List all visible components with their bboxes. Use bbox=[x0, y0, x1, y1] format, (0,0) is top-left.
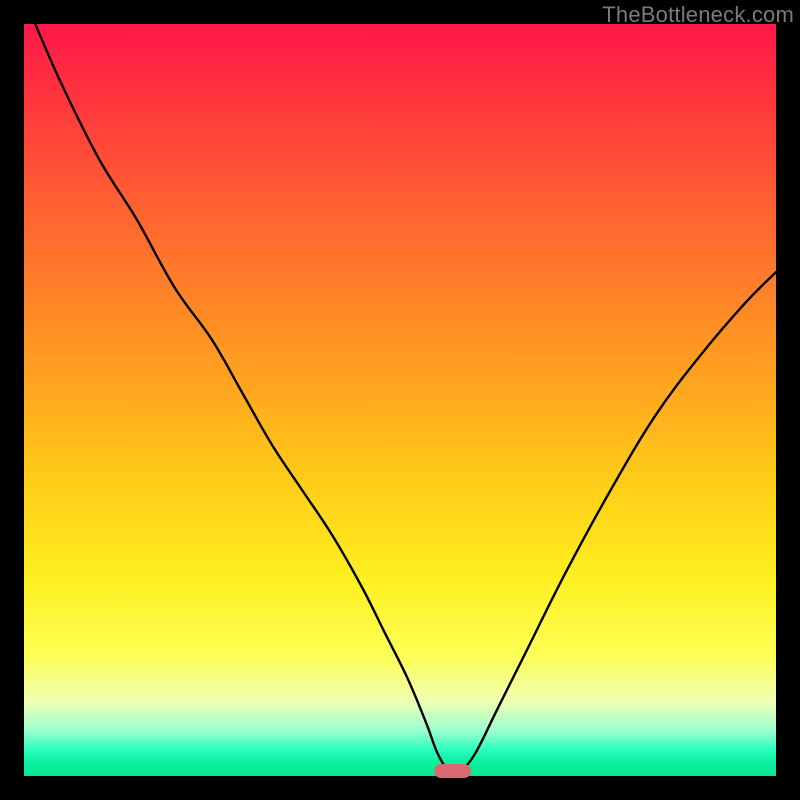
optimal-point-marker bbox=[434, 764, 472, 778]
bottleneck-curve bbox=[24, 24, 776, 776]
chart-frame: TheBottleneck.com bbox=[0, 0, 800, 800]
watermark-text: TheBottleneck.com bbox=[602, 2, 794, 28]
curve-path bbox=[35, 24, 776, 773]
